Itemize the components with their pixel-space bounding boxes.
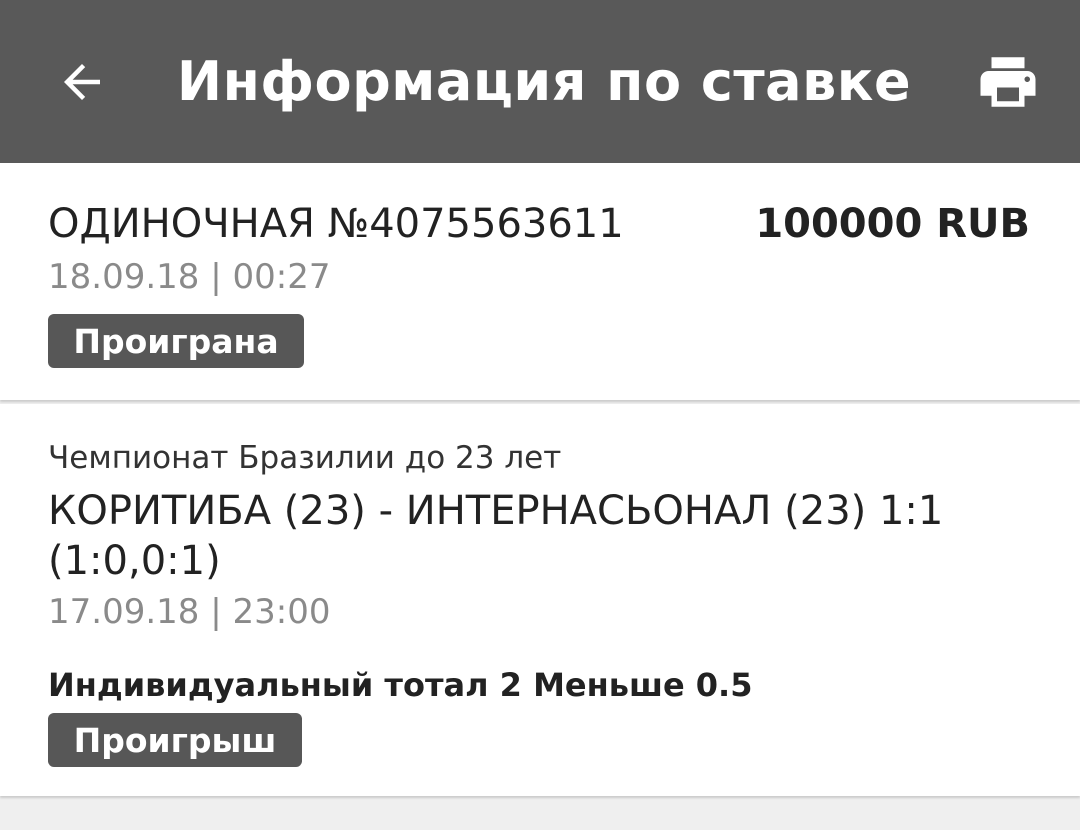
market-name: Индивидуальный тотал 2 Меньше 0.5 [48, 666, 753, 704]
match-title: КОРИТИБА (23) - ИНТЕРНАСЬОНАЛ (23) 1:1 (… [48, 488, 944, 584]
page-title: Информация по ставке [176, 50, 912, 113]
bet-status-badge: Проиграна [48, 314, 304, 368]
league-name: Чемпионат Бразилии до 23 лет [48, 440, 562, 476]
app-bar: Информация по ставке [0, 0, 1080, 163]
bet-summary-card: ОДИНОЧНАЯ №4075563611 100000 RUB 18.09.1… [0, 163, 1080, 400]
bet-datetime: 18.09.18 | 00:27 [48, 257, 331, 297]
event-datetime: 17.09.18 | 23:00 [48, 592, 331, 632]
event-card: Чемпионат Бразилии до 23 лет КОРИТИБА (2… [0, 404, 1080, 796]
event-result-badge: Проигрыш [48, 713, 302, 767]
bet-amount: 100000 RUB [755, 201, 1030, 247]
print-button[interactable] [970, 44, 1046, 120]
printer-icon [980, 57, 1036, 107]
bet-type-number: ОДИНОЧНАЯ №4075563611 [48, 201, 624, 247]
